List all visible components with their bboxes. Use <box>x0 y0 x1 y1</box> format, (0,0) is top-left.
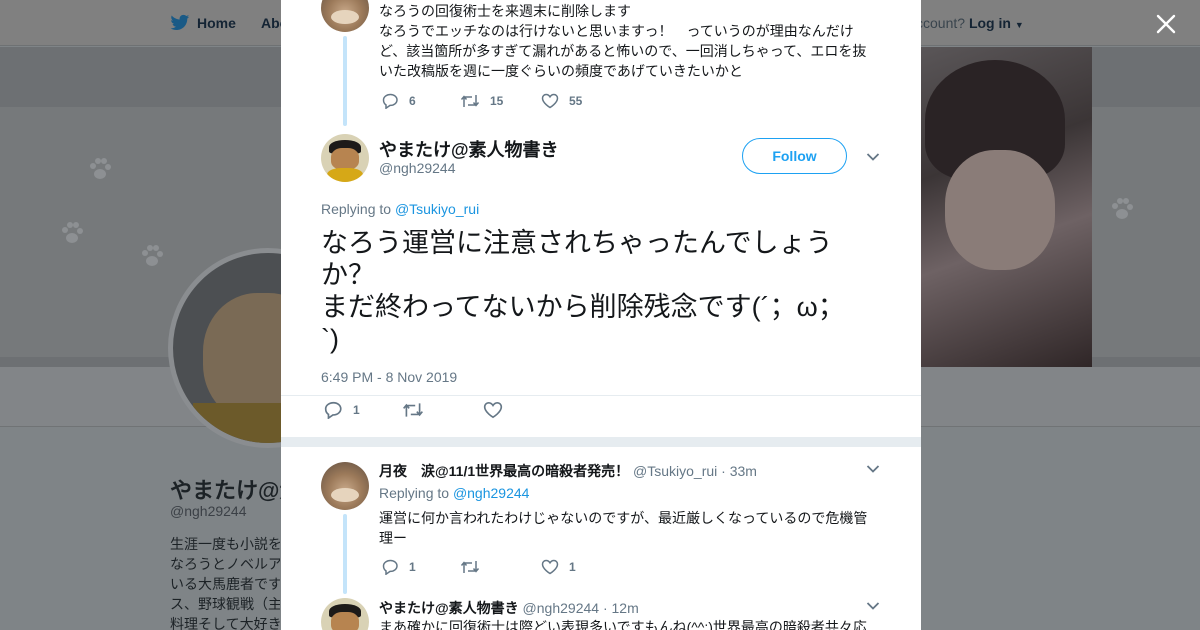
twitter-bird-icon <box>170 14 190 30</box>
tweet-text-line: いた改稿版を週に一度ぐらいの頻度であげていきたいかと <box>379 63 743 79</box>
like-button[interactable]: 55 <box>541 93 582 109</box>
login-link[interactable]: Log in <box>969 15 1011 31</box>
tweet-text-line: 運営に何か言われたわけじゃないのですが、最近厳しくなっているので危機管 <box>379 510 868 526</box>
reply-count: 1 <box>353 403 360 417</box>
reply-icon <box>382 559 398 575</box>
avatar[interactable] <box>321 598 369 630</box>
tweet-text: 運営に何か言われたわけじゃないのですが、最近厳しくなっているので危機管 理ー <box>379 508 879 548</box>
section-divider <box>281 437 921 447</box>
bio-line: いる大馬鹿者です <box>170 576 280 592</box>
reply-button[interactable]: 1 <box>324 401 360 419</box>
replying-to-label: Replying to <box>321 201 392 217</box>
paw-print-icon <box>142 245 163 266</box>
heart-icon <box>483 401 503 419</box>
thread-connector <box>343 514 347 594</box>
bio-line: ス、野球観戦（主 <box>170 596 280 612</box>
profile-bio: 生涯一度も小説を なろうとノベルア いる大馬鹿者です ス、野球観戦（主 料理そし… <box>170 534 280 630</box>
chevron-down-icon[interactable] <box>866 601 880 611</box>
retweet-icon <box>460 95 480 107</box>
replying-to-link[interactable]: @Tsukiyo_rui <box>395 201 479 217</box>
follow-button[interactable]: Follow <box>742 138 847 174</box>
tweet-author-name[interactable]: やまたけ@素人物書き <box>379 136 559 162</box>
paw-print-icon <box>62 222 83 243</box>
bio-line: 生涯一度も小説を <box>170 536 280 552</box>
replying-to-link[interactable]: @ngh29244 <box>453 485 530 501</box>
login-prompt: ccount? <box>916 15 966 31</box>
tweet-author-handle[interactable]: @ngh29244 <box>523 600 600 616</box>
like-button[interactable] <box>483 401 513 419</box>
divider <box>281 395 921 396</box>
chevron-down-icon[interactable] <box>866 152 880 162</box>
tweet-time[interactable]: · 12m <box>603 600 639 616</box>
tweet-text-line: なろうでエッチなのは行けないと思いますっ！ っていうのが理由なんだけ <box>379 23 854 39</box>
heart-icon <box>541 93 559 109</box>
bio-line: なろうとノベルア <box>170 556 280 572</box>
avatar[interactable] <box>321 0 369 32</box>
tweet-text: まあ確かに回復術士は際どい表現多いですもんね(^^;)世界最高の暗殺者共々応 <box>379 619 867 630</box>
reply-count: 6 <box>409 94 416 108</box>
retweet-count: 15 <box>490 94 504 108</box>
reply-button[interactable]: 6 <box>382 93 416 109</box>
reply-count: 1 <box>409 560 416 574</box>
tweet-text-line: 理ー <box>379 530 407 546</box>
reply-icon <box>382 93 398 109</box>
reply-button[interactable]: 1 <box>382 559 416 575</box>
reply-header: やまたけ@素人物書き @ngh29244 · 12m <box>379 598 639 618</box>
nav-home-link[interactable]: Home <box>197 15 236 31</box>
avatar[interactable] <box>321 462 369 510</box>
bio-line: 料理そして大好き <box>170 616 280 630</box>
like-count: 1 <box>569 560 576 574</box>
tweet-text: なろうの回復術士を来週末に削除します なろうでエッチなのは行けないと思いますっ！… <box>379 1 879 81</box>
replying-to-label: Replying to <box>379 485 450 501</box>
like-count: 55 <box>569 94 583 108</box>
replying-to: Replying to @Tsukiyo_rui <box>321 201 479 217</box>
retweet-button[interactable] <box>460 559 490 575</box>
tweet-author-name[interactable]: 月夜 涙@11/1世界最高の暗殺者発売！ <box>379 463 629 479</box>
retweet-icon <box>403 403 423 417</box>
login-area: ccount? Log in ▼ <box>916 15 1024 31</box>
retweet-icon <box>460 561 480 573</box>
retweet-button[interactable]: 15 <box>460 93 503 109</box>
avatar[interactable] <box>321 134 369 182</box>
tweet-author-handle[interactable]: @ngh29244 <box>379 160 456 176</box>
tweet-timestamp[interactable]: 6:49 PM - 8 Nov 2019 <box>321 369 457 385</box>
chevron-down-icon: ▼ <box>1014 20 1024 30</box>
heart-icon <box>541 559 559 575</box>
close-icon[interactable] <box>1155 13 1177 35</box>
thread-connector <box>343 36 347 126</box>
retweet-button[interactable] <box>402 401 434 419</box>
paw-print-icon <box>90 158 111 179</box>
tweet-author-handle[interactable]: @Tsukiyo_rui <box>633 463 717 479</box>
reply-icon <box>324 401 342 419</box>
tweet-time[interactable]: · 33m <box>721 463 757 479</box>
tweet-permalink-modal: なろうの回復術士を来週末に削除します なろうでエッチなのは行けないと思いますっ！… <box>281 0 921 630</box>
profile-handle: @ngh29244 <box>170 503 247 519</box>
paw-print-icon <box>1112 198 1133 219</box>
tweet-text-line: ど、該当箇所が多すぎて漏れがあると怖いので、一回消しちゃって、エロを抜 <box>379 43 867 59</box>
tweet-author-name[interactable]: やまたけ@素人物書き <box>379 600 519 616</box>
chevron-down-icon[interactable] <box>866 464 880 474</box>
tweet-text: なろう運営に注意されちゃったんでしょう か？ まだ終わってないから削除残念です(… <box>321 228 845 354</box>
tweet-text-line: なろうの回復術士を来週末に削除します <box>379 3 631 19</box>
banner-art-face <box>945 150 1055 270</box>
reply-header: 月夜 涙@11/1世界最高の暗殺者発売！ @Tsukiyo_rui · 33m <box>379 461 757 481</box>
like-button[interactable]: 1 <box>541 559 576 575</box>
replying-to: Replying to @ngh29244 <box>379 485 529 501</box>
